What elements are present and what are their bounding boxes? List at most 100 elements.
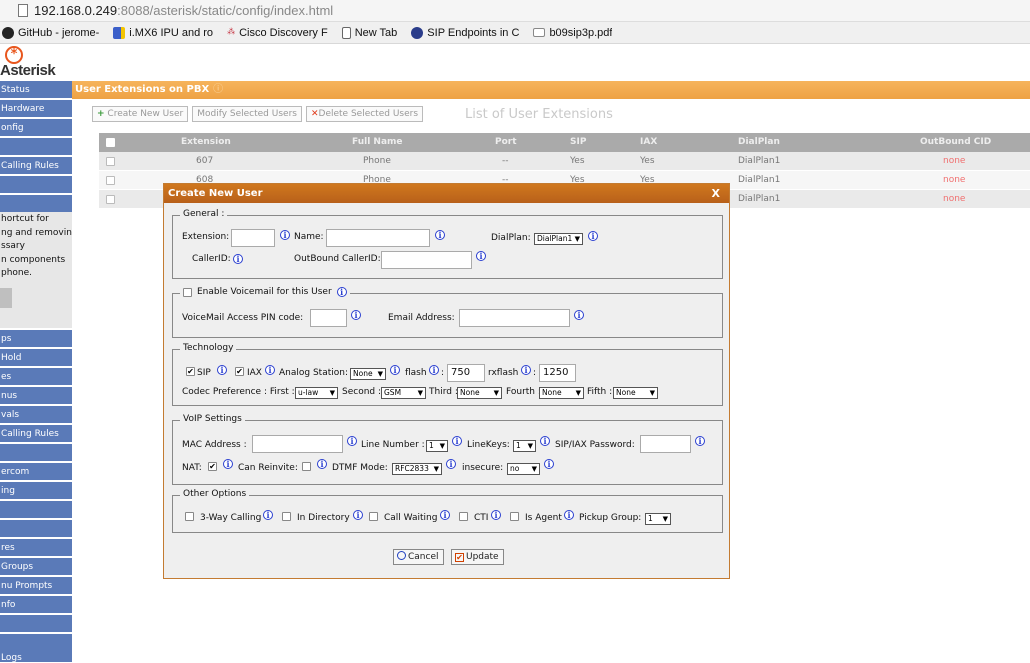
info-icon[interactable]: i (347, 436, 357, 446)
close-button[interactable]: X (712, 184, 720, 203)
sidebar-item[interactable]: res (0, 539, 72, 557)
sidebar-item[interactable]: nu Prompts (0, 577, 72, 595)
flash-input[interactable]: 750 (447, 364, 485, 382)
sidebar-item[interactable]: Hold (0, 349, 72, 367)
asterisk-logo[interactable]: * Asterisk (0, 44, 60, 80)
column-header[interactable]: Port (495, 133, 517, 152)
in-directory-checkbox[interactable] (282, 512, 291, 521)
codec-fourth-select[interactable]: None ▼ (539, 387, 584, 399)
iax-checkbox[interactable]: ✔ (235, 367, 244, 376)
sidebar-item[interactable]: vals (0, 406, 72, 424)
info-icon[interactable]: i (351, 310, 361, 320)
bookmark-new-tab[interactable]: New Tab (341, 26, 397, 39)
info-icon[interactable]: i (390, 365, 400, 375)
sidebar-item[interactable] (0, 501, 72, 519)
info-icon[interactable]: i (280, 230, 290, 240)
sidebar-item[interactable]: ps (0, 330, 72, 348)
row-checkbox[interactable] (106, 195, 115, 204)
insecure-select[interactable]: no ▼ (507, 463, 540, 475)
pickup-group-select[interactable]: 1 ▼ (645, 513, 671, 525)
sidebar-item[interactable]: Calling Rules (0, 157, 72, 175)
info-icon[interactable]: i (440, 510, 450, 520)
sidebar-item[interactable]: es (0, 368, 72, 386)
call-waiting-checkbox[interactable] (369, 512, 378, 521)
info-icon[interactable]: i (446, 459, 456, 469)
column-header[interactable]: Full Name (352, 133, 403, 152)
cti-checkbox[interactable] (459, 512, 468, 521)
dtmf-mode-select[interactable]: RFC2833 ▼ (392, 463, 442, 475)
info-icon[interactable]: i (574, 310, 584, 320)
bookmark-pdf[interactable]: b09sip3p.pdf (533, 27, 612, 39)
column-header[interactable]: SIP (570, 133, 586, 152)
info-icon[interactable]: i (317, 459, 327, 469)
update-button[interactable]: ✔ Update (451, 549, 504, 565)
column-header[interactable]: OutBound CID (920, 133, 991, 152)
info-icon[interactable]: i (521, 365, 531, 375)
sidebar-item[interactable]: Groups (0, 558, 72, 576)
info-icon[interactable]: i (564, 510, 574, 520)
info-icon[interactable]: i (452, 436, 462, 446)
table-row[interactable]: 607 Phone -- Yes Yes DialPlan1 none (99, 152, 1030, 171)
row-checkbox[interactable] (106, 157, 115, 166)
select-all-checkbox[interactable] (106, 138, 115, 147)
linekeys-select[interactable]: 1 ▼ (513, 440, 536, 452)
bookmark-sip-endpoints[interactable]: SIP Endpoints in C (411, 26, 519, 39)
info-icon[interactable]: i (223, 459, 233, 469)
info-icon[interactable]: i (695, 436, 705, 446)
sidebar-item[interactable] (0, 195, 72, 213)
sidebar-item[interactable]: ing (0, 482, 72, 500)
sidebar-item[interactable] (0, 615, 72, 633)
info-icon[interactable]: i (491, 510, 501, 520)
column-header[interactable]: IAX (640, 133, 657, 152)
sidebar-item[interactable] (0, 520, 72, 538)
sidebar-item[interactable]: Status (0, 81, 72, 99)
analog-station-select[interactable]: None ▼ (350, 368, 386, 380)
sidebar-item[interactable]: Hardware (0, 100, 72, 118)
nat-checkbox[interactable]: ✔ (208, 462, 217, 471)
outbound-callerid-input[interactable] (381, 251, 472, 269)
sidebar-item-logs[interactable]: Logs (0, 649, 72, 663)
email-input[interactable] (459, 309, 570, 327)
extension-input[interactable] (231, 229, 275, 247)
info-icon[interactable]: i (263, 510, 273, 520)
column-header[interactable]: DialPlan (738, 133, 780, 152)
name-input[interactable] (326, 229, 430, 247)
row-checkbox[interactable] (106, 176, 115, 185)
sidebar-item[interactable] (0, 176, 72, 194)
sidebar-item[interactable] (0, 138, 72, 156)
line-number-select[interactable]: 1 ▼ (426, 440, 448, 452)
is-agent-checkbox[interactable] (510, 512, 519, 521)
bookmark-github[interactable]: GitHub - jerome- (2, 26, 99, 39)
sidebar-item[interactable]: Calling Rules (0, 425, 72, 443)
info-icon[interactable]: i (476, 251, 486, 261)
codec-second-select[interactable]: GSM ▼ (381, 387, 426, 399)
help-icon[interactable]: ⓘ (213, 84, 223, 95)
create-user-button[interactable]: + Create New User (92, 106, 189, 122)
codec-first-select[interactable]: u-law ▼ (295, 387, 338, 399)
mac-input[interactable] (252, 435, 343, 453)
bookmark-imx6[interactable]: i.MX6 IPU and ro (113, 26, 213, 39)
info-icon[interactable]: i (429, 365, 439, 375)
sidebar-item[interactable]: ercom (0, 463, 72, 481)
enable-voicemail-checkbox[interactable] (183, 287, 192, 297)
url-text[interactable]: 192.168.0.249:8088/asterisk/static/confi… (34, 3, 333, 18)
can-reinvite-checkbox[interactable] (302, 462, 311, 471)
bookmark-cisco[interactable]: ⁂ Cisco Discovery F (227, 27, 328, 39)
sidebar-item[interactable]: nfo (0, 596, 72, 614)
cancel-button[interactable]: Cancel (393, 549, 444, 565)
modify-users-button[interactable]: Modify Selected Users (192, 106, 302, 122)
info-icon[interactable]: i (353, 510, 363, 520)
rxflash-input[interactable]: 1250 (539, 364, 576, 382)
dialog-title-bar[interactable]: Create New User X (164, 184, 729, 203)
delete-users-button[interactable]: ✕Delete Selected Users (305, 106, 424, 122)
sip-checkbox[interactable]: ✔ (186, 367, 195, 376)
info-icon[interactable]: i (336, 287, 347, 297)
info-icon[interactable]: i (265, 365, 275, 375)
password-input[interactable] (640, 435, 691, 453)
column-header[interactable]: Extension (181, 133, 231, 152)
codec-fifth-select[interactable]: None ▼ (613, 387, 658, 399)
info-icon[interactable]: i (544, 459, 554, 469)
three-way-calling-checkbox[interactable] (185, 512, 194, 521)
info-icon[interactable]: i (435, 230, 445, 240)
info-icon[interactable]: i (217, 365, 227, 375)
